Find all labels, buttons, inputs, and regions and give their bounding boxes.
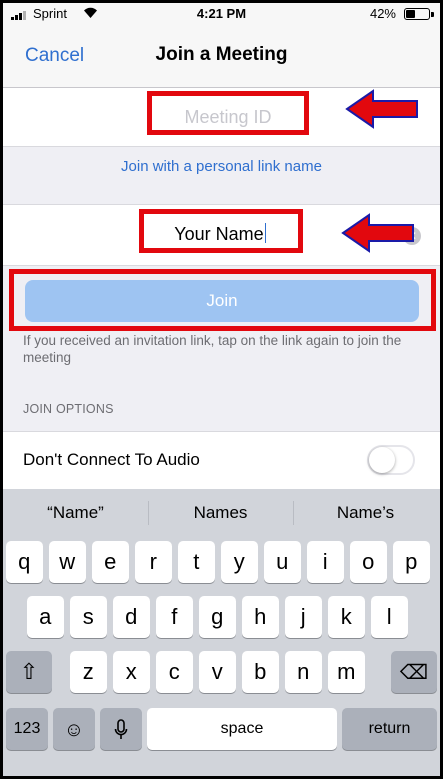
return-key[interactable]: return xyxy=(342,708,437,750)
battery-icon xyxy=(404,8,430,20)
red-arrow-icon xyxy=(345,89,418,129)
key-j[interactable]: j xyxy=(285,596,322,638)
emoji-icon[interactable]: ☺ xyxy=(53,708,95,750)
key-n[interactable]: n xyxy=(285,651,322,693)
key-g[interactable]: g xyxy=(199,596,236,638)
dont-connect-audio-label: Don't Connect To Audio xyxy=(23,450,200,469)
keyboard: “Name” Names Name’s q w e r t y u i o p a s d f g h j k l ⇧ z x… xyxy=(3,489,440,776)
battery-level xyxy=(406,10,415,18)
toggle-knob xyxy=(369,447,395,473)
prediction-suggestion[interactable]: “Name” xyxy=(3,503,148,523)
microphone-icon[interactable] xyxy=(100,708,142,750)
dont-connect-audio-toggle[interactable] xyxy=(367,445,415,475)
key-i[interactable]: i xyxy=(307,541,344,583)
personal-link-button[interactable]: Join with a personal link name xyxy=(3,158,440,175)
prediction-suggestion[interactable]: Names xyxy=(148,503,293,523)
key-m[interactable]: m xyxy=(328,651,365,693)
key-e[interactable]: e xyxy=(92,541,129,583)
key-p[interactable]: p xyxy=(393,541,430,583)
key-d[interactable]: d xyxy=(113,596,150,638)
key-q[interactable]: q xyxy=(6,541,43,583)
red-arrow-icon xyxy=(341,213,414,253)
key-r[interactable]: r xyxy=(135,541,172,583)
shift-icon[interactable]: ⇧ xyxy=(6,651,52,693)
key-x[interactable]: x xyxy=(113,651,150,693)
key-y[interactable]: y xyxy=(221,541,258,583)
key-t[interactable]: t xyxy=(178,541,215,583)
battery-nub xyxy=(431,12,434,17)
key-w[interactable]: w xyxy=(49,541,86,583)
key-u[interactable]: u xyxy=(264,541,301,583)
annotation-box-meeting-id xyxy=(147,91,309,135)
key-o[interactable]: o xyxy=(350,541,387,583)
invitation-help-text: If you received an invitation link, tap … xyxy=(23,333,402,365)
key-c[interactable]: c xyxy=(156,651,193,693)
annotation-box-name xyxy=(139,209,303,253)
dont-connect-audio-row: Don't Connect To Audio xyxy=(3,431,440,490)
page-title: Join a Meeting xyxy=(155,44,288,65)
battery-percent: 42% xyxy=(369,6,396,21)
join-options-header: JOIN OPTIONS xyxy=(23,402,114,416)
key-v[interactable]: v xyxy=(199,651,236,693)
key-z[interactable]: z xyxy=(70,651,107,693)
prediction-divider xyxy=(148,501,149,525)
key-b[interactable]: b xyxy=(242,651,279,693)
backspace-icon[interactable]: ⌫ xyxy=(391,651,437,693)
annotation-box-join xyxy=(9,269,436,331)
key-f[interactable]: f xyxy=(156,596,193,638)
key-l[interactable]: l xyxy=(371,596,408,638)
space-key[interactable]: space xyxy=(147,708,337,750)
key-s[interactable]: s xyxy=(70,596,107,638)
key-h[interactable]: h xyxy=(242,596,279,638)
key-k[interactable]: k xyxy=(328,596,365,638)
prediction-divider xyxy=(293,501,294,525)
numbers-key[interactable]: 123 xyxy=(6,708,48,750)
prediction-bar: “Name” Names Name’s xyxy=(3,489,440,537)
prediction-suggestion[interactable]: Name’s xyxy=(293,503,438,523)
key-a[interactable]: a xyxy=(27,596,64,638)
nav-bar: Cancel Join a Meeting xyxy=(3,25,440,88)
status-bar: Sprint 4:21 PM 42% xyxy=(3,3,440,25)
screenshot-frame: Sprint 4:21 PM 42% Cancel Join a Meeting… xyxy=(0,0,443,779)
